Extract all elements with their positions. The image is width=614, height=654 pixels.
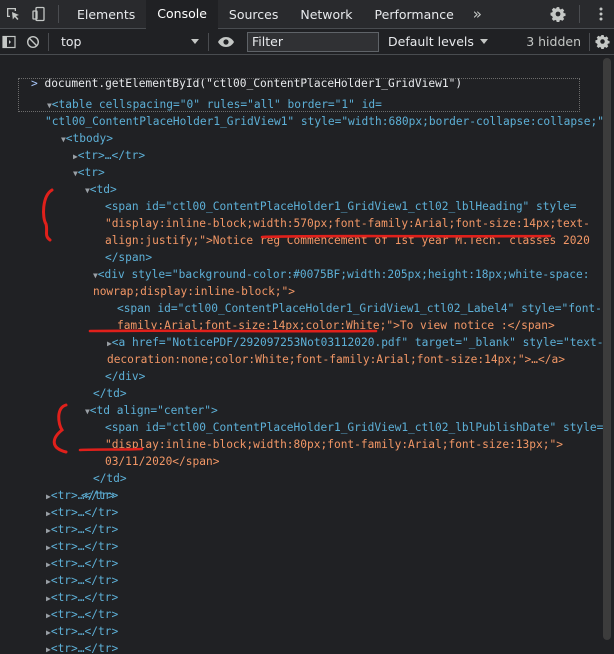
context-selector[interactable]: top bbox=[53, 32, 208, 52]
settings-gear-icon[interactable] bbox=[545, 0, 571, 29]
tr-collapsed-node[interactable]: ▶<tr>…</tr> bbox=[46, 623, 118, 640]
tr-collapsed-node[interactable]: ▶<tr>…</tr> bbox=[46, 555, 118, 572]
inspect-element-icon[interactable] bbox=[0, 0, 26, 29]
tab-sources[interactable]: Sources bbox=[218, 0, 289, 29]
tr-collapsed-node[interactable]: ▶<tr>…</tr> bbox=[46, 606, 118, 623]
span-close-line[interactable]: </span> bbox=[78, 232, 152, 264]
tabbar-right-divider bbox=[579, 5, 580, 23]
device-toolbar-icon[interactable] bbox=[26, 0, 52, 29]
span-date-line-3[interactable]: 03/11/2020</span> bbox=[78, 436, 220, 468]
table-node-line-1[interactable]: ▼<table cellspacing="0" rules="all" bord… bbox=[20, 79, 382, 111]
tab-performance[interactable]: Performance bbox=[364, 0, 465, 29]
div-line-1[interactable]: ▼<div style="background-color:#0075BF;wi… bbox=[66, 249, 590, 281]
tr-collapsed-node[interactable]: ▶<tr>…</tr> bbox=[46, 538, 118, 555]
filter-input[interactable] bbox=[247, 31, 379, 52]
anchor-line-1[interactable]: ▶<a href="NoticePDF/292097253Not03112020… bbox=[80, 317, 604, 349]
hidden-messages-count: 3 hidden bbox=[526, 34, 581, 49]
tr-collapsed-tag: <tr>…</tr> bbox=[50, 574, 119, 587]
tr-collapsed-node[interactable]: ▶<tr>…</tr> bbox=[46, 589, 118, 606]
devtools-tabbar: Elements Console Sources Network Perform… bbox=[0, 0, 614, 29]
td-center-node[interactable]: ▼<td align="center"> bbox=[58, 385, 218, 417]
tr-collapsed-node[interactable]: ▶<tr>…</tr> bbox=[46, 572, 118, 589]
tr-open-node[interactable]: ▼<tr> bbox=[46, 147, 105, 179]
tr-collapsed-node[interactable]: ▶<tr>…</tr> bbox=[46, 487, 118, 504]
console-toolbar: top Default levels 3 hidden bbox=[0, 29, 614, 55]
td-close-line-2[interactable]: </td> bbox=[66, 453, 127, 485]
tr-collapsed-node[interactable]: ▶<tr>…</tr> bbox=[46, 504, 118, 521]
tab-elements[interactable]: Elements bbox=[66, 0, 146, 29]
tr-collapsed-tag: <tr>…</tr> bbox=[50, 557, 119, 570]
context-label: top bbox=[61, 34, 82, 49]
tr-collapsed-node[interactable]: ▶<tr>…</tr> bbox=[46, 640, 118, 654]
toolbar-divider bbox=[48, 32, 49, 51]
sidebar-toggle-icon[interactable] bbox=[0, 29, 18, 55]
tab-network[interactable]: Network bbox=[289, 0, 363, 29]
span-date-line-1[interactable]: <span id="ctl00_ContentPlaceHolder1_Grid… bbox=[78, 402, 603, 434]
table-node-line-2[interactable]: "ctl00_ContentPlaceHolder1_GridView1" st… bbox=[18, 96, 611, 128]
console-input-line: > document.getElementById("ctl00_Content… bbox=[4, 58, 462, 90]
more-tabs-icon[interactable]: » bbox=[465, 0, 490, 29]
chevron-down-icon bbox=[191, 39, 199, 44]
tr-collapsed-tag: <tr>…</tr> bbox=[50, 523, 119, 536]
span-heading-line-2[interactable]: "display:inline-block;width:570px;font-f… bbox=[78, 198, 590, 230]
tabbar-divider bbox=[58, 5, 59, 23]
log-levels-dropdown[interactable]: Default levels bbox=[388, 34, 488, 49]
console-output: > document.getElementById("ctl00_Content… bbox=[0, 56, 614, 654]
span-heading-line-1[interactable]: <span id="ctl00_ContentPlaceHolder1_Grid… bbox=[78, 181, 576, 213]
span-heading-line-3[interactable]: align:justify;">Notice reg Commencement … bbox=[78, 215, 590, 247]
tr-collapsed-node[interactable]: ▶<tr>…</tr> bbox=[46, 130, 145, 162]
div-line-2[interactable]: nowrap;display:inline-block;"> bbox=[66, 266, 295, 298]
tr-close-line[interactable]: </tr> bbox=[54, 470, 115, 502]
log-levels-label: Default levels bbox=[388, 34, 474, 49]
console-settings-gear-icon[interactable] bbox=[590, 29, 614, 55]
customize-menu-icon[interactable] bbox=[588, 0, 614, 29]
tbody-node[interactable]: ▼<tbody> bbox=[34, 113, 113, 145]
td-node[interactable]: ▼<td> bbox=[58, 164, 117, 196]
tr-collapsed-tag: <tr>…</tr> bbox=[50, 591, 119, 604]
tab-console[interactable]: Console bbox=[146, 0, 218, 29]
anchor-style-cont: decoration:none;color:White;font-family:… bbox=[106, 353, 565, 366]
table-id-attr: "ctl00_ContentPlaceHolder1_GridView1" st… bbox=[44, 115, 611, 128]
tr-collapsed-tag: <tr>…</tr> bbox=[50, 506, 119, 519]
td-close-line[interactable]: </td> bbox=[66, 368, 127, 400]
anchor-line-2[interactable]: decoration:none;color:White;font-family:… bbox=[80, 334, 565, 366]
chevron-down-icon bbox=[479, 39, 488, 44]
tr-collapsed-tag: <tr>…</tr> bbox=[50, 608, 119, 621]
span-label-line-2[interactable]: family:Arial;font-size:14px;color:White;… bbox=[90, 300, 555, 332]
tr-collapsed-tag: <tr>…</tr> bbox=[50, 489, 119, 502]
tr-collapsed-tag: <tr>…</tr> bbox=[50, 625, 119, 638]
clear-console-icon[interactable] bbox=[18, 29, 48, 55]
span-heading-text: align:justify;">Notice reg Commencement … bbox=[104, 234, 590, 247]
tr-collapsed-tag: <tr>…</tr> bbox=[50, 642, 119, 654]
span-date-line-2[interactable]: "display:inline-block;width:80px;font-fa… bbox=[78, 419, 563, 451]
span-label-line-1[interactable]: <span id="ctl00_ContentPlaceHolder1_Grid… bbox=[90, 283, 602, 315]
tr-collapsed-tag: <tr>…</tr> bbox=[50, 540, 119, 553]
tr-collapsed-node[interactable]: ▶<tr>…</tr> bbox=[46, 521, 118, 538]
console-scrollbar[interactable] bbox=[603, 58, 611, 640]
live-expression-eye-icon[interactable] bbox=[209, 29, 243, 55]
div-close-line[interactable]: </div> bbox=[78, 351, 145, 383]
